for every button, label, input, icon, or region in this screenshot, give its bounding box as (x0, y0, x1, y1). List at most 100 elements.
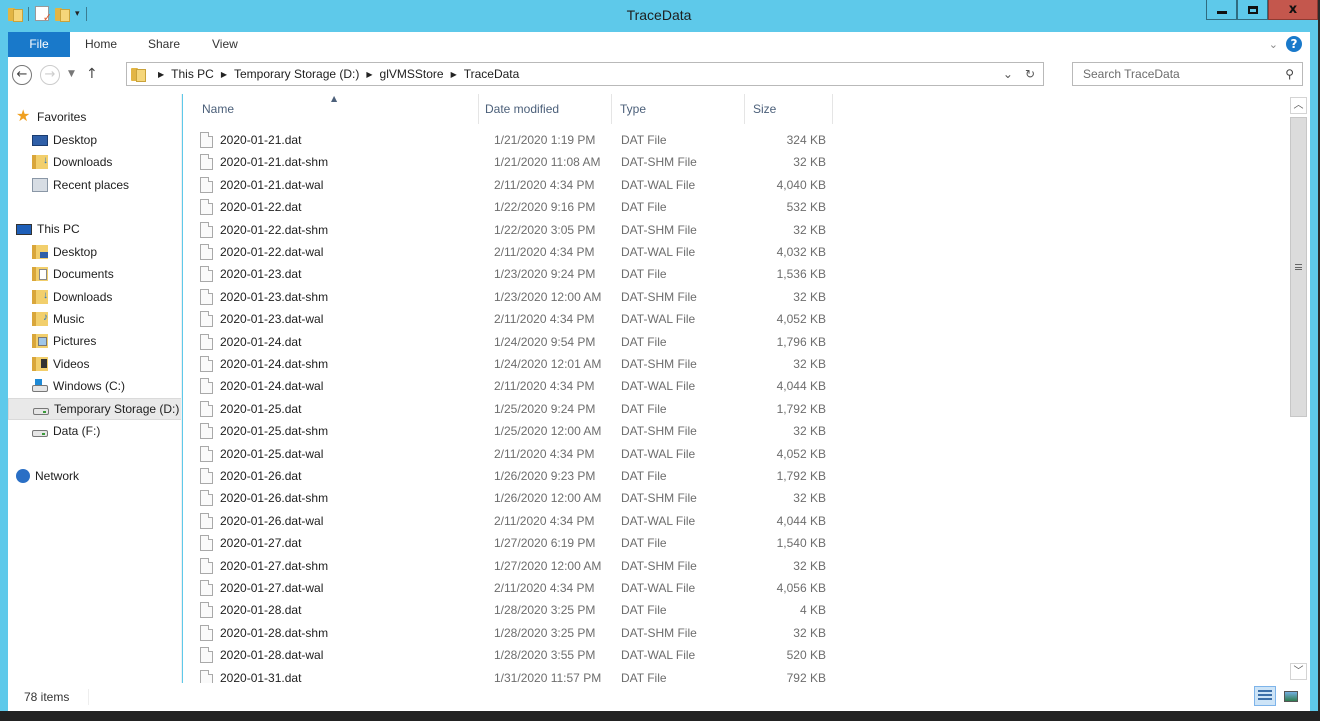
file-row[interactable]: 2020-01-25.dat 1/25/2020 9:24 PM DAT File 1… (200, 398, 826, 420)
title-bar[interactable]: ▾ TraceData x (0, 0, 1318, 32)
nav-favorites[interactable]: ★ Favorites (16, 106, 86, 128)
file-name: 2020-01-28.dat-wal (220, 648, 324, 663)
file-row[interactable]: 2020-01-28.dat 1/28/2020 3:25 PM DAT File 4… (200, 599, 826, 621)
file-row[interactable]: 2020-01-28.dat-wal 1/28/2020 3:55 PM DAT-W… (200, 644, 826, 666)
file-row[interactable]: 2020-01-26.dat 1/26/2020 9:23 PM DAT File 1… (200, 465, 826, 487)
breadcrumb-separator-icon[interactable]: ▶ (451, 70, 457, 79)
taskbar (0, 711, 1320, 721)
breadcrumb-temporary-storage[interactable]: Temporary Storage (D:) (234, 67, 359, 81)
refresh-icon[interactable]: ↻ (1025, 67, 1035, 81)
file-name-cell: 2020-01-27.dat (200, 535, 474, 552)
nav-pc-windows-c[interactable]: Windows (C:) (32, 375, 125, 397)
forward-button[interactable]: → (40, 65, 60, 85)
file-type: DAT-SHM File (621, 491, 697, 506)
column-header-size[interactable]: Size (745, 94, 833, 124)
recent-locations-dropdown-icon[interactable]: ▼ (68, 69, 75, 79)
file-row[interactable]: 2020-01-22.dat 1/22/2020 9:16 PM DAT File 5… (200, 196, 826, 218)
file-row[interactable]: 2020-01-21.dat-wal 2/11/2020 4:34 PM DAT-W… (200, 174, 826, 196)
back-button[interactable]: ← (12, 65, 32, 85)
nav-pc-videos[interactable]: Videos (32, 353, 89, 375)
file-name: 2020-01-25.dat-shm (220, 424, 329, 439)
file-row[interactable]: 2020-01-31.dat 1/31/2020 11:57 PM DAT File… (200, 667, 826, 683)
window-controls: x (1206, 0, 1318, 20)
file-row[interactable]: 2020-01-23.dat 1/23/2020 9:24 PM DAT File 1… (200, 263, 826, 285)
up-button[interactable]: ↑ (86, 66, 98, 82)
tab-home[interactable]: Home (85, 32, 117, 57)
column-header-type[interactable]: Type (612, 94, 745, 124)
nav-fav-downloads[interactable]: Downloads (32, 150, 112, 173)
file-row[interactable]: 2020-01-24.dat 1/24/2020 9:54 PM DAT File 1… (200, 331, 826, 353)
file-date-modified: 1/24/2020 9:54 PM (494, 334, 596, 349)
nav-pc-data-f[interactable]: Data (F:) (32, 420, 100, 442)
address-history-dropdown-icon[interactable]: ⌄ (1003, 67, 1013, 81)
file-date-modified: 2/11/2020 4:34 PM (494, 581, 595, 595)
search-input[interactable]: Search TraceData ⚲ (1072, 62, 1303, 86)
breadcrumb-tracedata[interactable]: TraceData (464, 67, 520, 81)
details-view-button[interactable] (1254, 686, 1276, 706)
expand-ribbon-icon[interactable]: ⌄ (1269, 38, 1278, 51)
scroll-up-button[interactable]: ︿ (1290, 97, 1307, 114)
file-size: 4,052 KB (776, 446, 826, 461)
breadcrumb-separator-icon[interactable]: ▶ (366, 70, 372, 79)
column-header-date-modified[interactable]: Date modified (479, 94, 612, 124)
file-row[interactable]: 2020-01-23.dat-shm 1/23/2020 12:00 AM DAT-… (200, 286, 826, 308)
file-row[interactable]: 2020-01-22.dat-shm 1/22/2020 3:05 PM DAT-S… (200, 219, 826, 241)
file-row[interactable]: 2020-01-25.dat-wal 2/11/2020 4:34 PM DAT-W… (200, 443, 826, 465)
maximize-button[interactable] (1237, 0, 1268, 20)
scroll-down-button[interactable]: ﹀ (1290, 663, 1307, 680)
column-header-name[interactable]: Name (183, 94, 479, 124)
file-row[interactable]: 2020-01-23.dat-wal 2/11/2020 4:34 PM DAT-W… (200, 308, 826, 330)
file-size: 1,540 KB (776, 536, 826, 551)
file-icon (200, 647, 213, 664)
file-row[interactable]: 2020-01-27.dat-wal 2/11/2020 4:34 PM DAT-W… (200, 577, 826, 599)
address-bar[interactable]: ▶ This PC ▶ Temporary Storage (D:) ▶ glV… (126, 62, 1044, 86)
file-size: 4,056 KB (776, 581, 826, 595)
breadcrumb-glvmsstore[interactable]: glVMSStore (380, 67, 444, 81)
file-row[interactable]: 2020-01-27.dat-shm 1/27/2020 12:00 AM DAT-… (200, 555, 826, 577)
large-icons-view-button[interactable] (1280, 686, 1302, 706)
file-row[interactable]: 2020-01-22.dat-wal 2/11/2020 4:34 PM DAT-W… (200, 241, 826, 263)
file-size: 1,792 KB (776, 469, 826, 483)
nav-pc-pictures[interactable]: Pictures (32, 330, 96, 352)
file-row[interactable]: 2020-01-26.dat-wal 2/11/2020 4:34 PM DAT-W… (200, 510, 826, 532)
breadcrumb-separator-icon[interactable]: ▶ (221, 70, 227, 79)
help-icon[interactable]: ? (1286, 36, 1302, 52)
breadcrumb-separator-icon[interactable]: ▶ (158, 70, 164, 79)
file-icon (200, 333, 213, 350)
file-name-cell: 2020-01-25.dat (200, 400, 474, 417)
desktop-icon (32, 134, 48, 146)
search-icon[interactable]: ⚲ (1285, 67, 1294, 81)
item-count: 78 items (24, 690, 70, 704)
file-row[interactable]: 2020-01-21.dat 1/21/2020 1:19 PM DAT File 3… (200, 129, 826, 151)
nav-this-pc[interactable]: This PC (16, 218, 80, 240)
breadcrumb-this-pc[interactable]: This PC (171, 67, 214, 81)
nav-pc-music[interactable]: Music (32, 307, 84, 330)
nav-pc-documents[interactable]: Documents (32, 263, 114, 285)
file-date-modified: 1/22/2020 3:05 PM (494, 222, 596, 237)
file-row[interactable]: 2020-01-21.dat-shm 1/21/2020 11:08 AM DAT-… (200, 151, 826, 173)
close-button[interactable]: x (1268, 0, 1318, 20)
file-icon (200, 512, 213, 529)
file-size: 32 KB (793, 424, 826, 439)
file-row[interactable]: 2020-01-28.dat-shm 1/28/2020 3:25 PM DAT-S… (200, 622, 826, 644)
tab-share[interactable]: Share (148, 32, 180, 57)
tab-file[interactable]: File (8, 32, 70, 57)
nav-fav-desktop[interactable]: Desktop (32, 129, 97, 151)
nav-network[interactable]: Network (16, 465, 79, 487)
vertical-scrollbar[interactable]: ︿ ﹀ (1287, 94, 1310, 683)
file-row[interactable]: 2020-01-24.dat-shm 1/24/2020 12:01 AM DAT-… (200, 353, 826, 375)
close-icon: x (1288, 2, 1298, 17)
nav-pc-downloads[interactable]: Downloads (32, 285, 112, 308)
file-row[interactable]: 2020-01-26.dat-shm 1/26/2020 12:00 AM DAT-… (200, 487, 826, 509)
tab-view[interactable]: View (212, 32, 238, 57)
nav-pc-desktop[interactable]: Desktop (32, 241, 97, 263)
drive-icon (33, 407, 49, 415)
file-icon (200, 154, 213, 171)
file-row[interactable]: 2020-01-24.dat-wal 2/11/2020 4:34 PM DAT-W… (200, 375, 826, 397)
nav-fav-recent-places[interactable]: Recent places (32, 174, 129, 196)
file-row[interactable]: 2020-01-27.dat 1/27/2020 6:19 PM DAT File 1… (200, 532, 826, 554)
minimize-button[interactable] (1206, 0, 1237, 20)
nav-pc-temporary-storage[interactable]: Temporary Storage (D:) (8, 398, 181, 420)
scrollbar-thumb[interactable] (1290, 117, 1307, 417)
file-row[interactable]: 2020-01-25.dat-shm 1/25/2020 12:00 AM DAT-… (200, 420, 826, 442)
